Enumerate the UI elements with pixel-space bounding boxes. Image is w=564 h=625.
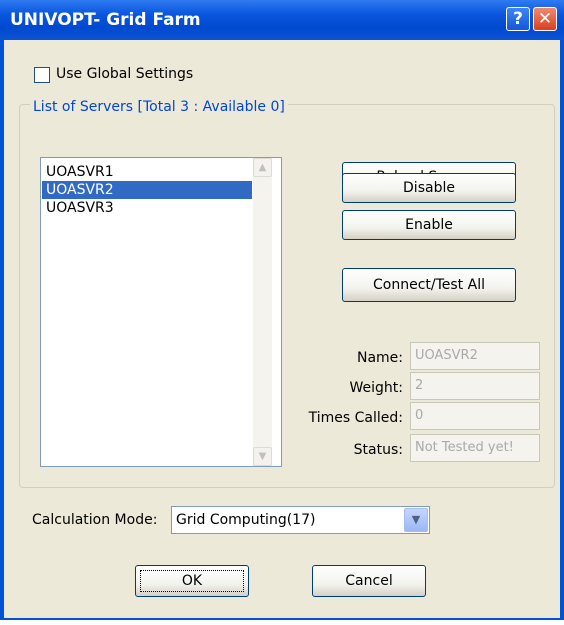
- list-item[interactable]: UOASVR3: [42, 199, 252, 217]
- status-field: Not Tested yet!: [410, 434, 540, 462]
- server-name: UOASVR1: [46, 164, 114, 180]
- name-field: UOASVR2: [410, 342, 540, 370]
- enable-button[interactable]: Enable: [342, 210, 516, 240]
- list-item[interactable]: UOASVR1: [42, 163, 252, 181]
- use-global-settings-label[interactable]: Use Global Settings: [56, 66, 193, 82]
- title-bar[interactable]: UNIVOPT- Grid Farm ? ✕: [0, 0, 564, 40]
- servers-group-legend: List of Servers [Total 3 : Available 0]: [30, 99, 288, 115]
- list-scrollbar[interactable]: ▲ ▼: [253, 158, 272, 466]
- window-title: UNIVOPT- Grid Farm: [10, 10, 201, 30]
- weight-field: 2: [410, 372, 540, 400]
- cancel-button[interactable]: Cancel: [312, 565, 426, 597]
- status-label: Status:: [353, 442, 403, 458]
- close-button[interactable]: ✕: [533, 7, 557, 31]
- server-name: UOASVR3: [46, 200, 114, 216]
- ok-button[interactable]: OK: [135, 565, 249, 597]
- focus-rect: [140, 570, 244, 592]
- list-item-selected[interactable]: UOASVR2: [42, 181, 252, 199]
- weight-label: Weight:: [349, 380, 404, 396]
- times-called-label: Times Called:: [308, 410, 403, 426]
- scroll-down-icon[interactable]: ▼: [253, 447, 272, 466]
- times-called-field: 0: [410, 402, 540, 430]
- connect-test-all-button[interactable]: Connect/Test All: [342, 268, 516, 302]
- calculation-mode-select[interactable]: Grid Computing(17) ▼: [171, 506, 430, 534]
- calculation-mode-label: Calculation Mode:: [32, 512, 158, 528]
- server-listbox[interactable]: UOASVR1 UOASVR2 UOASVR3 ▲ ▼: [40, 157, 282, 467]
- name-label: Name:: [356, 350, 403, 366]
- calculation-mode-value: Grid Computing(17): [176, 512, 316, 528]
- scroll-up-icon[interactable]: ▲: [253, 158, 272, 177]
- use-global-settings-checkbox[interactable]: [34, 67, 50, 83]
- help-button[interactable]: ?: [506, 7, 530, 31]
- chevron-down-icon[interactable]: ▼: [404, 508, 428, 532]
- disable-button[interactable]: Disable: [342, 173, 516, 203]
- server-name: UOASVR2: [46, 182, 114, 198]
